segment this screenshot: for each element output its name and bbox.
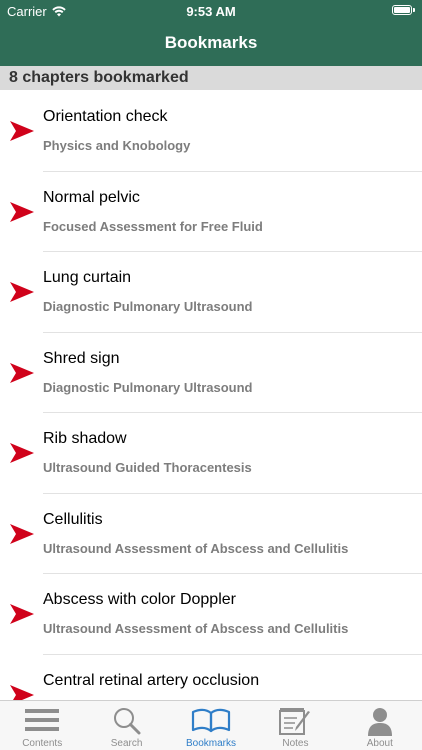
red-arrow-icon xyxy=(10,604,34,624)
tab-label: About xyxy=(366,738,393,749)
bookmark-chapter: Ultrasound Assessment of Abscess and Cel… xyxy=(43,621,349,636)
bookmark-chapter: Diagnostic Pulmonary Ultrasound xyxy=(43,379,253,395)
bookmark-row[interactable]: Normal pelvic Focused Assessment for Fre… xyxy=(0,172,422,252)
bookmark-row[interactable]: Shred sign Diagnostic Pulmonary Ultrasou… xyxy=(0,333,422,413)
bookmark-title: Rib shadow xyxy=(43,430,127,447)
notepad-icon xyxy=(279,708,311,735)
tab-label: Bookmarks xyxy=(186,738,237,749)
tab-label: Contents xyxy=(22,738,63,749)
bookmark-row[interactable]: Rib shadow Ultrasound Guided Thoracentes… xyxy=(0,413,422,494)
bookmark-chapter: Focused Assessment for Free Fluid xyxy=(43,218,263,234)
bookmark-title: Orientation check xyxy=(43,108,168,125)
status-time: 9:53 AM xyxy=(186,4,236,19)
tab-bookmarks[interactable]: Bookmarks xyxy=(169,701,253,750)
tab-search[interactable]: Search xyxy=(84,701,168,750)
bookmark-chapter: Ultrasound Assessment of Abscess and Cel… xyxy=(43,540,349,556)
section-header: 8 chapters bookmarked xyxy=(0,66,422,90)
bookmark-title: Normal pelvic xyxy=(43,188,140,206)
bookmark-row[interactable]: Abscess with color Doppler Ultrasound As… xyxy=(0,574,422,655)
bookmark-chapter: Diagnostic Pulmonary Ultrasound xyxy=(43,299,253,314)
red-arrow-icon xyxy=(10,684,34,700)
tab-label: Notes xyxy=(282,738,309,749)
red-arrow-icon xyxy=(10,362,34,383)
bookmark-title: Abscess with color Doppler xyxy=(43,591,236,608)
bookmark-title: Lung curtain xyxy=(43,269,132,286)
tab-about[interactable]: About xyxy=(338,701,422,750)
bookmark-row[interactable]: Cellulitis Ultrasound Assessment of Absc… xyxy=(0,494,422,574)
tab-label: Search xyxy=(110,738,143,749)
bookmark-row[interactable]: Lung curtain Diagnostic Pulmonary Ultras… xyxy=(0,252,422,333)
red-arrow-icon xyxy=(10,201,34,222)
red-arrow-icon xyxy=(10,523,34,544)
nav-header: Carrier 9:53 AM Bookmarks xyxy=(0,0,422,66)
red-arrow-icon xyxy=(10,121,34,141)
red-arrow-icon xyxy=(10,443,34,463)
red-arrow-icon xyxy=(10,282,34,302)
bookmark-row[interactable]: Orientation check Physics and Knobology xyxy=(0,91,422,172)
book-icon xyxy=(191,708,231,733)
page-title: Bookmarks xyxy=(164,33,258,52)
bookmark-row[interactable]: Central retinal artery occlusion xyxy=(0,655,422,700)
status-bar: Carrier 9:53 AM xyxy=(0,0,422,22)
bookmark-list[interactable]: Orientation check Physics and Knobology … xyxy=(0,91,422,700)
bookmark-chapter: Physics and Knobology xyxy=(43,138,191,153)
tab-contents[interactable]: Contents xyxy=(0,701,84,750)
bookmark-title: Central retinal artery occlusion xyxy=(43,671,260,689)
bookmark-title: Cellulitis xyxy=(43,510,103,528)
bookmark-chapter: Ultrasound Guided Thoracentesis xyxy=(43,460,252,475)
list-icon xyxy=(25,709,60,731)
tab-bar: Contents Search Bookmarks Notes About xyxy=(0,700,422,750)
search-icon xyxy=(113,708,141,735)
bookmark-title: Shred sign xyxy=(43,349,120,367)
tab-notes[interactable]: Notes xyxy=(253,701,337,750)
battery-icon xyxy=(392,5,415,15)
person-icon xyxy=(367,708,392,736)
